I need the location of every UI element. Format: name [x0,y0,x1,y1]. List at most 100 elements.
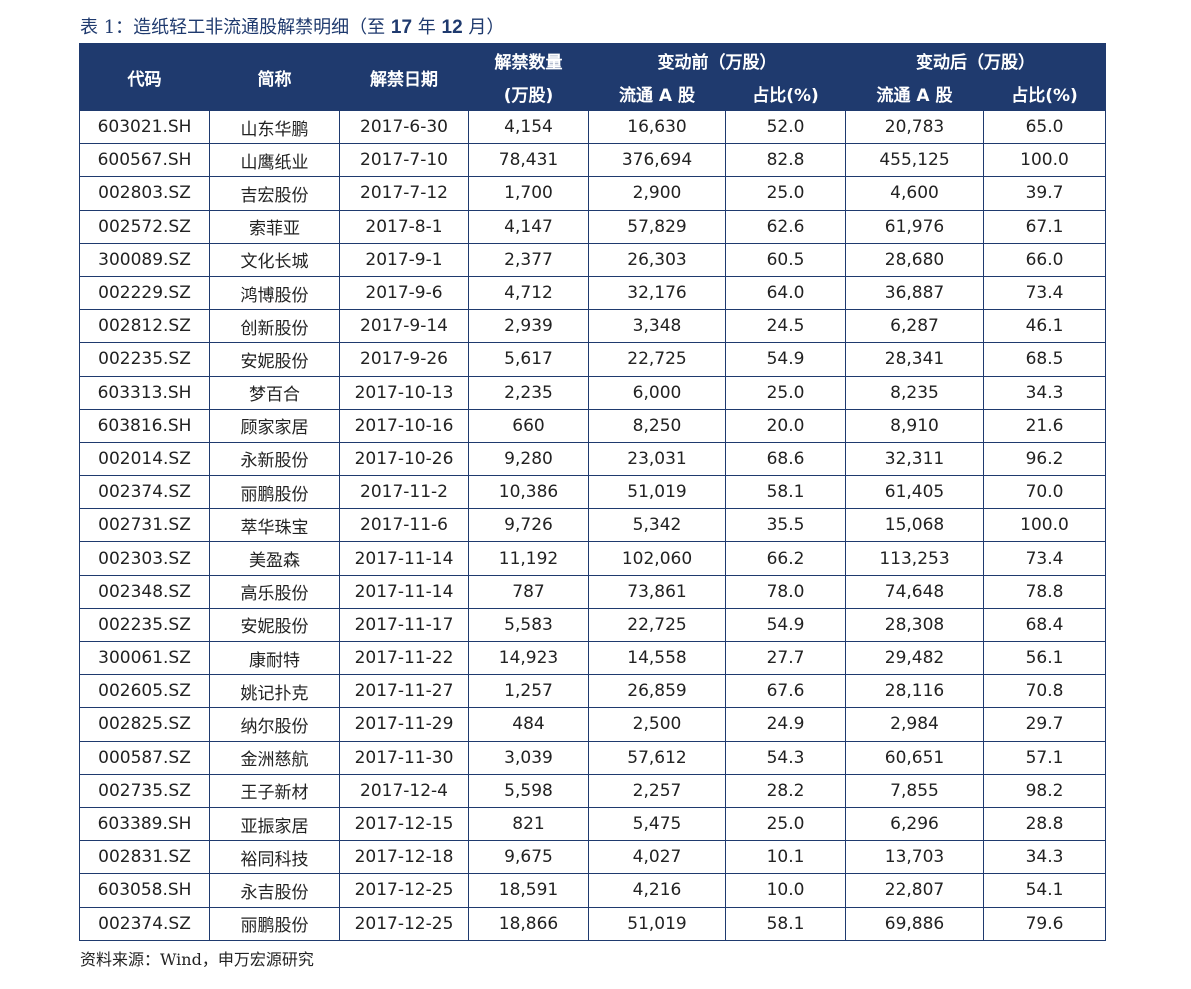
cell-name: 山鹰纸业 [209,143,340,178]
header-before-float: 流通 A 股 [588,76,726,111]
cell-name: 永新股份 [209,441,340,477]
cell-before-float: 57,829 [588,209,726,244]
cell-date: 2017-9-1 [339,242,469,277]
header-name: 简称 [209,43,340,111]
table-row: 002731.SZ 萃华珠宝 2017-11-6 9,726 5,342 35.5 15,0… [79,508,1106,543]
cell-unlock-qty: 1,257 [468,674,589,709]
cell-after-ratio: 46.1 [983,309,1106,344]
cell-before-float: 2,900 [588,176,726,211]
cell-before-ratio: 24.9 [725,707,846,742]
cell-date: 2017-7-10 [339,143,469,178]
cell-code: 002235.SZ [79,342,210,377]
cell-unlock-qty: 4,712 [468,275,589,311]
cell-unlock-qty: 787 [468,574,589,609]
table-row: 002235.SZ 安妮股份 2017-9-26 5,617 22,725 54.9 28,… [79,342,1106,377]
cell-code: 603021.SH [79,109,210,145]
cell-date: 2017-12-4 [339,773,469,808]
cell-after-float: 13,703 [845,840,984,875]
cell-code: 002735.SZ [79,773,210,808]
cell-code: 603313.SH [79,375,210,410]
cell-after-float: 28,341 [845,342,984,377]
cell-unlock-qty: 2,377 [468,242,589,277]
cell-before-ratio: 64.0 [725,275,846,311]
cell-code: 002731.SZ [79,508,210,543]
cell-before-ratio: 10.1 [725,840,846,875]
cell-date: 2017-11-6 [339,508,469,543]
table-row: 002303.SZ 美盈森 2017-11-14 11,192 102,060 66.2 1… [79,541,1106,576]
cell-before-float: 26,303 [588,242,726,277]
cell-date: 2017-11-27 [339,674,469,709]
cell-after-ratio: 34.3 [983,375,1106,410]
cell-name: 永吉股份 [209,873,340,908]
cell-after-float: 61,976 [845,209,984,244]
table-row: 002605.SZ 姚记扑克 2017-11-27 1,257 26,859 67.6 28… [79,674,1106,709]
cell-after-float: 32,311 [845,441,984,477]
cell-name: 王子新材 [209,773,340,808]
cell-after-ratio: 34.3 [983,840,1106,875]
cell-date: 2017-9-14 [339,309,469,344]
cell-before-float: 5,475 [588,806,726,842]
cell-after-ratio: 66.0 [983,242,1106,277]
caption-suffix: 月） [462,17,505,38]
cell-after-float: 28,680 [845,242,984,277]
cell-after-float: 20,783 [845,109,984,145]
table-row: 603058.SH 永吉股份 2017-12-25 18,591 4,216 10.0 22… [79,873,1106,908]
cell-after-float: 22,807 [845,873,984,908]
cell-code: 002374.SZ [79,475,210,510]
cell-name: 吉宏股份 [209,176,340,211]
cell-before-ratio: 54.9 [725,342,846,377]
cell-before-ratio: 54.9 [725,607,846,643]
cell-unlock-qty: 5,617 [468,342,589,377]
table-row: 002803.SZ 吉宏股份 2017-7-12 1,700 2,900 25.0 4,60… [79,176,1106,211]
cell-date: 2017-10-26 [339,441,469,477]
cell-before-ratio: 60.5 [725,242,846,277]
cell-before-ratio: 25.0 [725,806,846,842]
cell-name: 丽鹏股份 [209,475,340,510]
cell-before-ratio: 52.0 [725,109,846,145]
cell-unlock-qty: 2,235 [468,375,589,410]
cell-after-ratio: 54.1 [983,873,1106,908]
cell-before-float: 22,725 [588,342,726,377]
table-row: 002831.SZ 裕同科技 2017-12-18 9,675 4,027 10.1 13,… [79,840,1106,875]
caption-mid: 年 [412,17,442,38]
cell-name: 安妮股份 [209,607,340,643]
cell-after-ratio: 78.8 [983,574,1106,609]
cell-unlock-qty: 14,923 [468,640,589,676]
cell-after-ratio: 29.7 [983,707,1106,742]
cell-unlock-qty: 10,386 [468,475,589,510]
header-qty-unit: (万股) [468,76,589,111]
cell-before-ratio: 54.3 [725,740,846,775]
cell-before-ratio: 68.6 [725,441,846,477]
cell-unlock-qty: 9,280 [468,441,589,477]
cell-before-float: 22,725 [588,607,726,643]
cell-name: 纳尔股份 [209,707,340,742]
cell-before-float: 14,558 [588,640,726,676]
cell-after-float: 28,308 [845,607,984,643]
cell-date: 2017-10-16 [339,408,469,443]
cell-name: 文化长城 [209,242,340,277]
cell-name: 康耐特 [209,640,340,676]
cell-after-float: 29,482 [845,640,984,676]
cell-date: 2017-12-18 [339,840,469,875]
table-row: 002812.SZ 创新股份 2017-9-14 2,939 3,348 24.5 6,28… [79,309,1106,344]
cell-after-float: 28,116 [845,674,984,709]
cell-before-float: 57,612 [588,740,726,775]
cell-after-ratio: 70.8 [983,674,1106,709]
cell-after-float: 7,855 [845,773,984,808]
table-row: 300089.SZ 文化长城 2017-9-1 2,377 26,303 60.5 28,6… [79,242,1106,277]
cell-after-float: 74,648 [845,574,984,609]
cell-before-ratio: 35.5 [725,508,846,543]
cell-after-ratio: 73.4 [983,275,1106,311]
cell-after-ratio: 79.6 [983,906,1106,941]
cell-code: 300061.SZ [79,640,210,676]
cell-before-float: 73,861 [588,574,726,609]
cell-after-ratio: 68.5 [983,342,1106,377]
table-row: 002735.SZ 王子新材 2017-12-4 5,598 2,257 28.2 7,85… [79,773,1106,808]
cell-code: 603816.SH [79,408,210,443]
table-row: 002825.SZ 纳尔股份 2017-11-29 484 2,500 24.9 2,984… [79,707,1106,742]
cell-date: 2017-11-30 [339,740,469,775]
cell-before-ratio: 27.7 [725,640,846,676]
cell-date: 2017-11-17 [339,607,469,643]
cell-after-float: 4,600 [845,176,984,211]
cell-unlock-qty: 18,591 [468,873,589,908]
